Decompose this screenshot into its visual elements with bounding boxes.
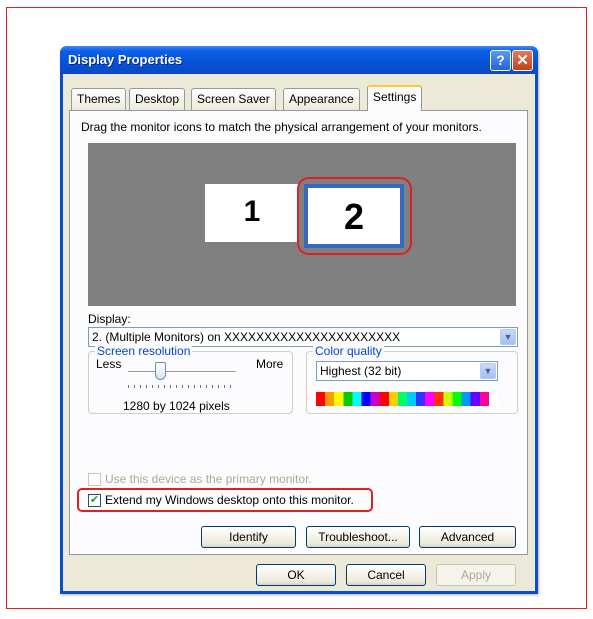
close-button[interactable]: ✕ <box>512 50 533 71</box>
extend-desktop-highlight <box>77 488 373 512</box>
tab-screen-saver[interactable]: Screen Saver <box>191 88 276 110</box>
chevron-down-icon[interactable]: ▼ <box>480 363 496 379</box>
primary-monitor-row[interactable]: Use this device as the primary monitor. <box>88 472 312 487</box>
title-bar[interactable]: Display Properties ? ✕ <box>60 46 538 74</box>
resolution-slider-thumb[interactable] <box>155 362 167 380</box>
tab-appearance[interactable]: Appearance <box>283 88 360 110</box>
resolution-value: 1280 by 1024 pixels <box>123 399 230 413</box>
cancel-button[interactable]: Cancel <box>346 564 426 586</box>
tab-themes[interactable]: Themes <box>71 88 127 110</box>
identify-button[interactable]: Identify <box>201 526 296 548</box>
resolution-slider-track[interactable] <box>128 371 236 373</box>
resolution-more-label: More <box>256 357 284 371</box>
tab-desktop[interactable]: Desktop <box>129 88 186 110</box>
dialog-client-area: Themes Desktop Screen Saver Appearance S… <box>63 74 535 591</box>
apply-button[interactable]: Apply <box>436 564 516 586</box>
window-title: Display Properties <box>68 52 183 67</box>
chevron-down-icon[interactable]: ▼ <box>500 329 516 345</box>
display-properties-window: Display Properties ? ✕ Themes Desktop Sc… <box>60 46 538 594</box>
monitor-2-highlight <box>297 177 412 255</box>
color-spectrum-bar <box>316 392 498 406</box>
primary-monitor-label: Use this device as the primary monitor. <box>105 472 312 486</box>
resolution-less-label: Less <box>96 357 122 371</box>
instruction-text: Drag the monitor icons to match the phys… <box>81 120 482 134</box>
color-quality-select[interactable]: Highest (32 bit) ▼ <box>316 361 498 381</box>
display-label: Display: <box>88 312 131 326</box>
monitor-1[interactable]: 1 <box>205 184 299 242</box>
color-quality-value: Highest (32 bit) <box>320 364 402 378</box>
close-icon: ✕ <box>516 52 529 69</box>
troubleshoot-button[interactable]: Troubleshoot... <box>306 526 410 548</box>
screen-resolution-title: Screen resolution <box>95 344 193 358</box>
color-quality-title: Color quality <box>313 344 384 358</box>
ok-button[interactable]: OK <box>256 564 336 586</box>
resolution-slider-ticks <box>128 385 234 388</box>
tab-settings[interactable]: Settings <box>367 85 423 111</box>
help-icon: ? <box>496 52 505 68</box>
display-select-value: 2. (Multiple Monitors) on XXXXXXXXXXXXXX… <box>92 330 401 344</box>
advanced-button[interactable]: Advanced <box>419 526 516 548</box>
primary-monitor-checkbox[interactable] <box>88 473 101 487</box>
help-button[interactable]: ? <box>490 50 511 71</box>
